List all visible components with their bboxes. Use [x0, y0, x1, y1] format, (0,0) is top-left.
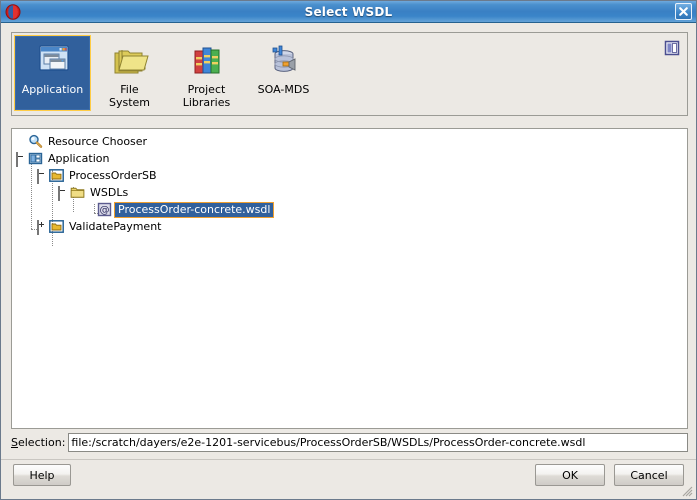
- tree-handle-expand-validatepayment[interactable]: [37, 220, 48, 235]
- application-windows-icon: [33, 42, 73, 80]
- close-icon[interactable]: [675, 3, 692, 20]
- tree-node-label: ProcessOrder-concrete.wsdl: [114, 201, 275, 218]
- source-item-project-libraries[interactable]: Project Libraries: [168, 35, 245, 111]
- resource-source-toolbar: Application File System Project Librarie…: [11, 32, 688, 116]
- tree-handle: [16, 136, 27, 147]
- project-folder-icon: [48, 168, 64, 184]
- title-bar: Select WSDL: [1, 1, 696, 23]
- tree-node-label: Resource Chooser: [48, 134, 148, 148]
- resource-tree-panel[interactable]: Resource Chooser Application ProcessOrde…: [11, 128, 688, 429]
- help-button[interactable]: Help: [13, 464, 71, 486]
- application-node-icon: [27, 151, 43, 167]
- tree-handle-collapse-application[interactable]: [16, 152, 27, 167]
- source-item-label: Application: [21, 83, 84, 96]
- source-item-soa-mds[interactable]: SOA-MDS: [245, 35, 322, 111]
- window-title: Select WSDL: [304, 4, 393, 19]
- tree-node-label: WSDLs: [90, 185, 129, 199]
- footer-separator: [1, 459, 696, 460]
- source-item-label: File System: [108, 83, 151, 109]
- tree-node-wsdls[interactable]: WSDLs: [12, 184, 687, 201]
- resize-grip[interactable]: [681, 485, 693, 497]
- books-icon: [187, 42, 227, 80]
- wsdl-at-icon: @: [96, 202, 112, 218]
- select-wsdl-dialog: Select WSDL Application File System Proj…: [0, 0, 697, 500]
- magnifier-icon: [27, 134, 43, 150]
- tree-node-resource-chooser[interactable]: Resource Chooser: [12, 133, 687, 150]
- source-item-file-system[interactable]: File System: [91, 35, 168, 111]
- cancel-button[interactable]: Cancel: [614, 464, 684, 486]
- minus-icon: [37, 169, 39, 184]
- ok-button[interactable]: OK: [535, 464, 605, 486]
- panel-layout-icon[interactable]: [663, 39, 681, 57]
- tree-handle-collapse-processordersb[interactable]: [37, 169, 48, 184]
- folder-icon: [69, 185, 85, 201]
- folder-icon: [110, 42, 150, 80]
- tree-node-processordersb[interactable]: ProcessOrderSB: [12, 167, 687, 184]
- source-item-label: Project Libraries: [182, 83, 231, 109]
- tree-node-application[interactable]: Application: [12, 150, 687, 167]
- tree-node-processorder-concrete-wsdl[interactable]: @ ProcessOrder-concrete.wsdl: [12, 201, 687, 218]
- minus-icon: [58, 186, 60, 201]
- oracle-logo-icon: [5, 3, 21, 20]
- svg-text:@: @: [99, 205, 109, 216]
- plus-icon: [37, 220, 39, 235]
- tree-node-label: ValidatePayment: [69, 219, 162, 233]
- selection-label: Selection:: [11, 436, 66, 449]
- source-item-list: Application File System Project Librarie…: [12, 33, 322, 111]
- minus-icon: [16, 152, 18, 167]
- tree-node-label: Application: [48, 151, 110, 165]
- tree-node-validatepayment[interactable]: ValidatePayment: [12, 218, 687, 235]
- database-icon: [264, 42, 304, 80]
- tree-node-label: ProcessOrderSB: [69, 168, 157, 182]
- source-item-label: SOA-MDS: [257, 83, 310, 96]
- project-folder-icon: [48, 219, 64, 235]
- selection-row: Selection:: [11, 433, 688, 452]
- source-item-application[interactable]: Application: [14, 35, 91, 111]
- tree-handle-collapse-wsdls[interactable]: [58, 186, 69, 201]
- selection-input[interactable]: [68, 433, 688, 452]
